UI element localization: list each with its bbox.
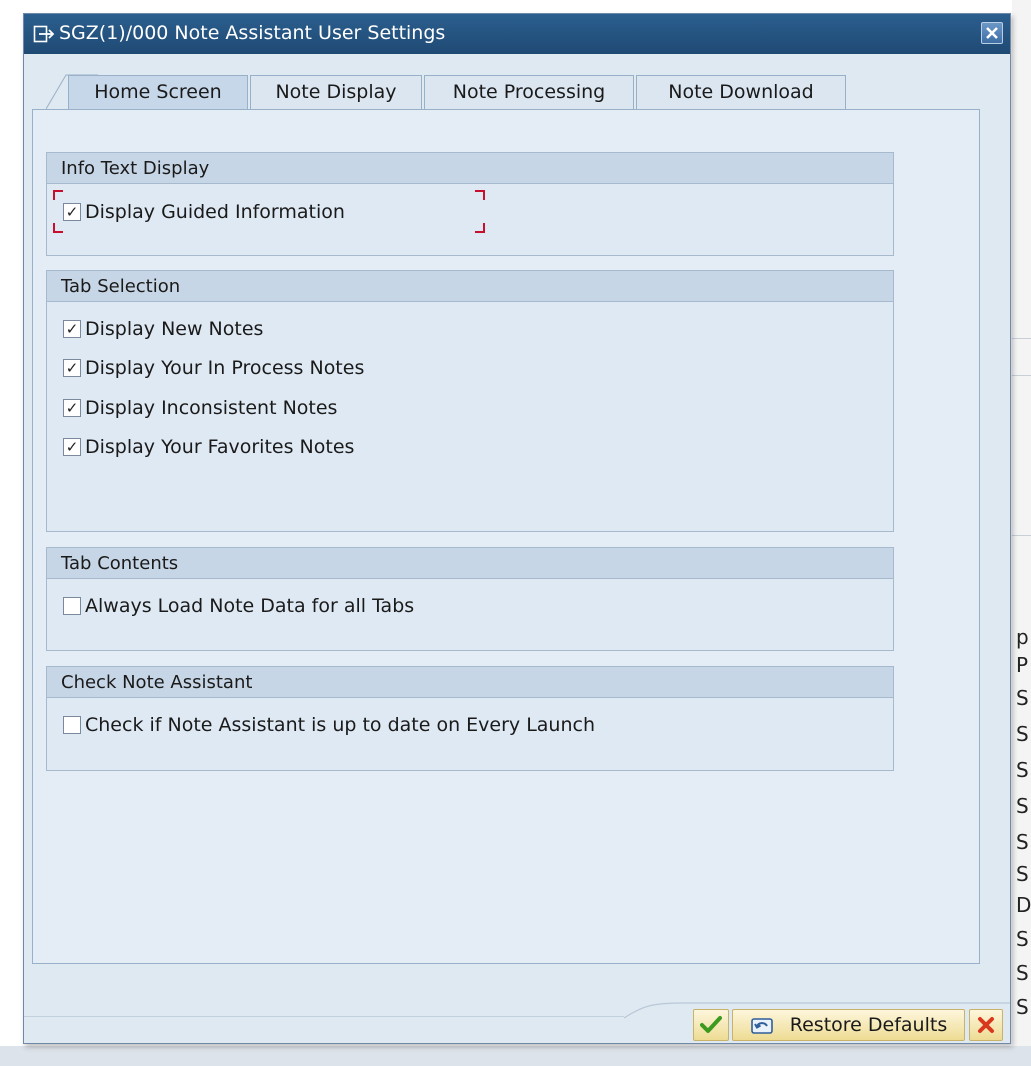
checkbox-label: Display New Notes [85, 318, 264, 340]
checkbox-label: Display Inconsistent Notes [85, 397, 338, 419]
checkbox-label: Always Load Note Data for all Tabs [85, 595, 415, 617]
cancel-icon [978, 1017, 994, 1033]
cancel-button[interactable] [969, 1009, 1003, 1041]
tab-note-processing[interactable]: Note Processing [424, 75, 634, 109]
checkbox-display-new-notes[interactable]: ✓ Display New Notes [63, 316, 263, 342]
background-text: D [1016, 893, 1031, 917]
restore-defaults-label: Restore Defaults [789, 1014, 948, 1036]
background-text: S [1016, 686, 1029, 710]
background-text: p [1016, 625, 1029, 649]
close-button[interactable] [981, 22, 1003, 44]
focus-indicator [475, 190, 485, 200]
focus-indicator [475, 223, 485, 233]
group-tab-contents: Tab Contents Always Load Note Data for a… [46, 547, 894, 651]
tab-home-screen[interactable]: Home Screen [68, 75, 248, 110]
background-text: S [1016, 927, 1029, 951]
focus-indicator [53, 223, 63, 233]
checkbox-display-inconsistent-notes[interactable]: ✓ Display Inconsistent Notes [63, 395, 337, 421]
checkbox[interactable] [63, 597, 81, 615]
checkbox[interactable]: ✓ [63, 359, 81, 377]
title-bar[interactable]: SGZ(1)/000 Note Assistant User Settings [24, 14, 1010, 54]
checkmark-icon: ✓ [65, 202, 79, 221]
background-text: S [1016, 758, 1029, 782]
background-divider [1012, 338, 1031, 339]
checkmark-icon: ✓ [65, 437, 79, 456]
group-header: Info Text Display [47, 153, 893, 184]
window-title: SGZ(1)/000 Note Assistant User Settings [59, 22, 446, 44]
group-info-text-display: Info Text Display ✓ Display Guided Infor… [46, 152, 894, 256]
confirm-button[interactable] [693, 1009, 729, 1041]
checkbox[interactable]: ✓ [63, 438, 81, 456]
group-tab-selection: Tab Selection ✓ Display New Notes ✓ Disp… [46, 270, 894, 532]
tab-panel-home-screen: Info Text Display ✓ Display Guided Infor… [32, 109, 980, 964]
group-header: Tab Selection [47, 271, 893, 302]
background-text: S [1016, 995, 1029, 1019]
background-text: S [1016, 862, 1029, 886]
close-icon [986, 27, 998, 39]
tab-label: Note Processing [452, 81, 606, 103]
background-text: S [1016, 722, 1029, 746]
checkbox[interactable]: ✓ [63, 203, 81, 221]
checkmark-icon: ✓ [65, 358, 79, 377]
tab-note-download[interactable]: Note Download [636, 75, 846, 109]
tab-label: Home Screen [94, 81, 222, 103]
footer-line [24, 1016, 624, 1017]
checkbox-check-up-to-date[interactable]: Check if Note Assistant is up to date on… [63, 712, 595, 738]
checkbox-label: Display Your Favorites Notes [85, 436, 355, 458]
checkbox-display-favorites-notes[interactable]: ✓ Display Your Favorites Notes [63, 434, 354, 460]
background-text: S [1016, 961, 1029, 985]
checkbox[interactable]: ✓ [63, 399, 81, 417]
checkmark-icon: ✓ [65, 319, 79, 338]
settings-dialog: SGZ(1)/000 Note Assistant User Settings … [23, 13, 1011, 1044]
tab-label: Note Display [275, 81, 397, 103]
background-text: S [1016, 794, 1029, 818]
checkbox-always-load-note-data[interactable]: Always Load Note Data for all Tabs [63, 593, 414, 619]
checkbox-display-in-process-notes[interactable]: ✓ Display Your In Process Notes [63, 355, 364, 381]
background-divider [1012, 535, 1031, 536]
checkbox-label: Display Your In Process Notes [85, 357, 365, 379]
checkbox[interactable]: ✓ [63, 320, 81, 338]
focus-indicator [53, 190, 63, 200]
window-menu-icon[interactable] [33, 24, 55, 48]
group-check-note-assistant: Check Note Assistant Check if Note Assis… [46, 666, 894, 771]
group-header: Tab Contents [47, 548, 893, 579]
background-text: S [1016, 830, 1029, 854]
checkmark-icon: ✓ [65, 398, 79, 417]
tab-label: Note Download [668, 81, 814, 103]
checkbox[interactable] [63, 716, 81, 734]
restore-defaults-button[interactable]: Restore Defaults [732, 1009, 965, 1041]
checkbox-display-guided-information[interactable]: ✓ Display Guided Information [63, 199, 345, 225]
checkbox-label: Display Guided Information [85, 201, 345, 223]
background-statusbar [0, 1046, 1031, 1066]
background-text: P [1016, 653, 1029, 677]
group-header: Check Note Assistant [47, 667, 893, 698]
background-divider [1012, 375, 1031, 376]
checkmark-icon [700, 1016, 722, 1033]
tab-note-display[interactable]: Note Display [250, 75, 422, 109]
checkbox-label: Check if Note Assistant is up to date on… [85, 714, 596, 736]
undo-icon [750, 1018, 773, 1034]
